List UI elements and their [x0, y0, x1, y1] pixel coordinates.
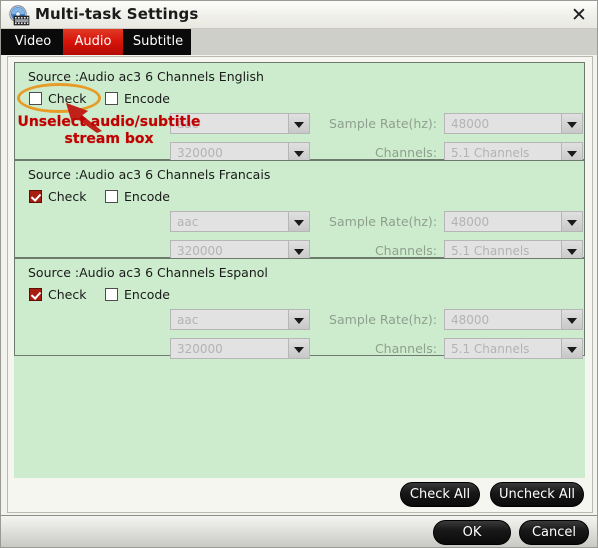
codec-dropdown[interactable]: aac	[170, 309, 310, 330]
chevron-down-icon[interactable]	[288, 310, 309, 329]
channels-label: Channels:	[374, 145, 437, 160]
chevron-down-icon[interactable]	[561, 212, 582, 231]
encode-checkbox[interactable]	[105, 288, 118, 301]
audio-stream-section: Source :Audio ac3 6 Channels Espanol Che…	[14, 258, 585, 359]
sample-rate-value: 48000	[451, 215, 490, 229]
chevron-down-icon[interactable]	[561, 310, 582, 329]
encode-label[interactable]: Encode	[124, 189, 170, 204]
codec-dropdown[interactable]: aac	[170, 113, 310, 134]
multi-task-settings-window: Multi-task Settings ✕ Video Audio Subtit…	[0, 0, 598, 548]
chevron-down-icon[interactable]	[561, 114, 582, 133]
codec-dropdown[interactable]: aac	[170, 211, 310, 232]
check-label[interactable]: Check	[48, 91, 86, 106]
check-checkbox[interactable]	[29, 288, 42, 301]
chevron-down-icon[interactable]	[288, 212, 309, 231]
channels-label: Channels:	[374, 243, 437, 258]
chevron-down-icon[interactable]	[561, 339, 582, 358]
chevron-down-icon[interactable]	[288, 339, 309, 358]
sample-rate-label: Sample Rate(hz):	[329, 214, 437, 229]
channels-label: Channels:	[374, 341, 437, 356]
check-all-button[interactable]: Check All	[400, 482, 480, 507]
encode-label[interactable]: Encode	[124, 91, 170, 106]
ok-button[interactable]: OK	[433, 520, 511, 545]
channels-value: 5.1 Channels	[451, 244, 530, 258]
sample-rate-value: 48000	[451, 117, 490, 131]
channels-value: 5.1 Channels	[451, 146, 530, 160]
sample-rate-dropdown[interactable]: 48000	[444, 211, 583, 232]
stream-source-label: Source :Audio ac3 6 Channels English	[28, 69, 264, 84]
bitrate-value: 320000	[177, 146, 223, 160]
title-bar: Multi-task Settings ✕	[1, 1, 597, 29]
chevron-down-icon[interactable]	[288, 114, 309, 133]
close-icon[interactable]: ✕	[569, 6, 589, 26]
sample-rate-label: Sample Rate(hz):	[329, 116, 437, 131]
bitrate-value: 320000	[177, 244, 223, 258]
disc-film-icon	[8, 5, 30, 26]
channels-dropdown[interactable]: 5.1 Channels	[444, 338, 583, 359]
check-checkbox[interactable]	[29, 190, 42, 203]
encode-checkbox[interactable]	[105, 190, 118, 203]
tab-video[interactable]: Video	[5, 29, 61, 55]
bitrate-value: 320000	[177, 342, 223, 356]
check-label[interactable]: Check	[48, 287, 86, 302]
stream-source-label: Source :Audio ac3 6 Channels Espanol	[28, 265, 268, 280]
stream-source-label: Source :Audio ac3 6 Channels Francais	[28, 167, 271, 182]
codec-value: aac	[177, 313, 199, 327]
audio-stream-section: Source :Audio ac3 6 Channels English Che…	[14, 62, 585, 163]
tab-audio[interactable]: Audio	[63, 29, 123, 55]
sample-rate-value: 48000	[451, 313, 490, 327]
audio-streams-panel: Source :Audio ac3 6 Channels English Che…	[14, 62, 585, 478]
window-title: Multi-task Settings	[35, 5, 199, 23]
codec-value: aac	[177, 215, 199, 229]
check-checkbox[interactable]	[29, 92, 42, 105]
tab-bar: Video Audio Subtitle	[1, 29, 597, 55]
check-label[interactable]: Check	[48, 189, 86, 204]
sample-rate-dropdown[interactable]: 48000	[444, 113, 583, 134]
sample-rate-label: Sample Rate(hz):	[329, 312, 437, 327]
cancel-button[interactable]: Cancel	[519, 520, 589, 545]
bitrate-dropdown[interactable]: 320000	[170, 338, 310, 359]
sample-rate-dropdown[interactable]: 48000	[444, 309, 583, 330]
audio-stream-section: Source :Audio ac3 6 Channels Francais Ch…	[14, 160, 585, 261]
uncheck-all-button[interactable]: Uncheck All	[490, 482, 584, 507]
codec-value: aac	[177, 117, 199, 131]
channels-value: 5.1 Channels	[451, 342, 530, 356]
encode-checkbox[interactable]	[105, 92, 118, 105]
settings-content-pane: Source :Audio ac3 6 Channels English Che…	[7, 56, 593, 513]
encode-label[interactable]: Encode	[124, 287, 170, 302]
tab-subtitle[interactable]: Subtitle	[125, 29, 191, 55]
